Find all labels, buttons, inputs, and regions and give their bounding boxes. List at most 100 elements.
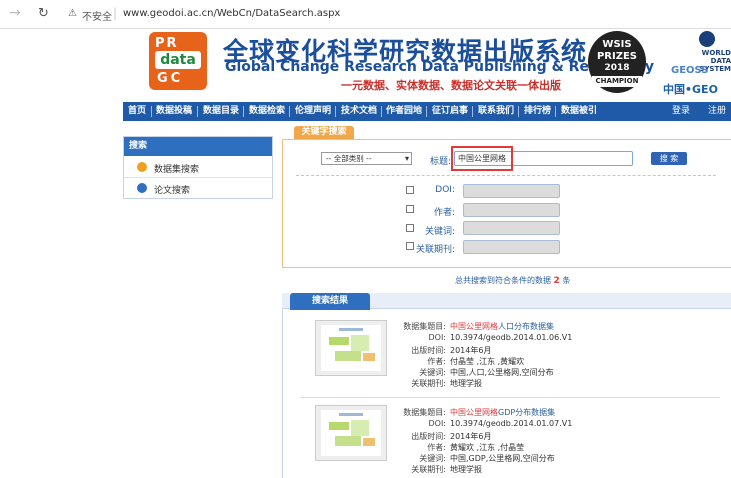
label-title: 数据集题目: xyxy=(403,408,446,417)
nav-ethics[interactable]: 伦理声明 xyxy=(295,102,331,121)
wsis-prize-badge: WSIS PRIZES 2018 CHAMPION xyxy=(588,31,646,93)
thumb-shape xyxy=(363,353,375,361)
doi-label: DOI: xyxy=(435,185,455,195)
map-thumbnail xyxy=(321,325,381,371)
wsis-prizes-text: PRIZES xyxy=(596,51,638,62)
search-button[interactable]: 搜 索 xyxy=(651,152,687,165)
thumb-shape xyxy=(335,436,361,446)
result-keywords: 中国,人口,公里格网,空间分布 xyxy=(450,368,554,377)
play-circle-icon xyxy=(137,162,147,172)
nav-divider xyxy=(197,106,198,117)
result-journal: 地理学报 xyxy=(450,379,482,388)
title-highlight: 中国公里网格 xyxy=(450,408,498,417)
url-separator: | xyxy=(113,6,118,20)
nav-authors[interactable]: 作者园地 xyxy=(386,102,422,121)
nav-home[interactable]: 首页 xyxy=(128,102,146,121)
nav-submit[interactable]: 数据投稿 xyxy=(156,102,192,121)
label-journal: 关联期刊: xyxy=(411,465,446,474)
warning-icon[interactable]: ⚠ xyxy=(68,8,77,19)
back-arrow-icon[interactable]: → xyxy=(9,5,21,21)
label-author: 作者: xyxy=(427,443,446,452)
label-date: 出版时间: xyxy=(411,432,446,441)
thumb-shape xyxy=(335,351,361,361)
address-bar[interactable]: www.geodoi.ac.cn/WebCn/DataSearch.aspx xyxy=(123,8,340,19)
result-doi: 10.3974/geodb.2014.01.06.V1 xyxy=(450,333,573,342)
map-thumbnail xyxy=(321,410,381,456)
journal-label: 关联期刊: xyxy=(415,245,455,255)
nav-ranking[interactable]: 排行榜 xyxy=(524,102,551,121)
result-count-number: 2 xyxy=(553,276,560,286)
nav-divider xyxy=(472,106,473,117)
category-select[interactable]: -- 全部类别 -- ▾ xyxy=(321,152,412,165)
dashed-divider xyxy=(296,175,716,176)
label-keywords: 关键词: xyxy=(419,368,446,377)
result-date: 2014年6月 xyxy=(450,346,492,355)
label-author: 作者: xyxy=(427,357,446,366)
nav-contact[interactable]: 联系我们 xyxy=(478,102,514,121)
sidebar-item-paper-search[interactable]: 论文搜索 xyxy=(124,178,272,199)
nav-tech-docs[interactable]: 技术文档 xyxy=(341,102,377,121)
search-sidebar: 搜索 数据集搜索 论文搜索 xyxy=(123,136,273,199)
security-label[interactable]: 不安全 xyxy=(82,8,112,23)
sidebar-item-label: 论文搜索 xyxy=(154,186,191,196)
site-slogan: 一元数据、实体数据、数据论文关联一体出版 xyxy=(341,79,561,92)
result-title-link[interactable]: 中国公里网格人口分布数据集 xyxy=(450,321,554,332)
nav-citations[interactable]: 数据被引 xyxy=(561,102,597,121)
wsis-champion-text: CHAMPION xyxy=(592,76,642,87)
title-highlight: 中国公里网格 xyxy=(450,322,498,331)
nav-divider xyxy=(335,106,336,117)
nav-divider xyxy=(381,106,382,117)
thumb-shape xyxy=(351,420,369,436)
keyword-input[interactable] xyxy=(463,221,560,235)
result-count-prefix: 总共搜索到符合条件的数据 xyxy=(455,276,551,285)
reload-icon[interactable]: ↻ xyxy=(38,6,49,21)
label-keywords: 关键词: xyxy=(419,454,446,463)
result-authors: 黄耀欢 ,江东 ,付晶莹 xyxy=(450,443,525,452)
label-doi: DOI: xyxy=(428,419,446,428)
logo-text-pr: PR xyxy=(155,36,179,51)
label-title: 数据集题目: xyxy=(403,322,446,331)
nav-divider xyxy=(243,106,244,117)
sidebar-title: 搜索 xyxy=(124,137,272,156)
nav-divider xyxy=(289,106,290,117)
label-journal: 关联期刊: xyxy=(411,379,446,388)
prdatagc-logo[interactable]: PR data GC xyxy=(149,32,207,90)
nav-divider xyxy=(151,106,152,117)
result-count: 总共搜索到符合条件的数据 2 条 xyxy=(455,275,570,286)
result-doi: 10.3974/geodb.2014.01.07.V1 xyxy=(450,419,573,428)
play-circle-icon xyxy=(137,183,147,193)
nav-catalog[interactable]: 数据目录 xyxy=(203,102,239,121)
result-thumbnail[interactable] xyxy=(315,320,387,376)
highlight-annotation xyxy=(451,146,513,171)
result-title-link[interactable]: 中国公里网格GDP分布数据集 xyxy=(450,407,555,418)
result-divider xyxy=(300,397,720,398)
login-link[interactable]: 登录 xyxy=(672,102,690,121)
browser-toolbar: → ↻ ⚠ 不安全 | www.geodoi.ac.cn/WebCn/DataS… xyxy=(0,0,731,29)
thumb-shape xyxy=(363,438,375,446)
register-link[interactable]: 注册 xyxy=(708,102,726,121)
logo-text-gc: GC xyxy=(157,71,184,86)
keyword-search-tab[interactable]: 关键字搜索 xyxy=(294,126,354,139)
journal-input[interactable] xyxy=(463,240,560,254)
sidebar-item-dataset-search[interactable]: 数据集搜索 xyxy=(124,157,272,178)
result-authors: 付晶莹 ,江东 ,黄耀欢 xyxy=(450,357,525,366)
results-tab[interactable]: 搜索结果 xyxy=(290,293,370,310)
doi-input[interactable] xyxy=(463,184,560,198)
nav-search[interactable]: 数据检索 xyxy=(249,102,285,121)
globe-icon xyxy=(699,31,715,47)
result-date: 2014年6月 xyxy=(450,432,492,441)
title-rest: GDP分布数据集 xyxy=(498,408,556,417)
main-nav: 首页 数据投稿 数据目录 数据检索 伦理声明 技术文档 作者园地 征订启事 联系… xyxy=(123,102,731,121)
thumb-shape xyxy=(329,337,349,345)
label-doi: DOI: xyxy=(428,333,446,342)
title-label: 标题: xyxy=(430,157,452,167)
result-thumbnail[interactable] xyxy=(315,405,387,461)
nav-divider xyxy=(555,106,556,117)
result-journal: 地理学报 xyxy=(450,465,482,474)
nav-divider xyxy=(518,106,519,117)
label-date: 出版时间: xyxy=(411,346,446,355)
author-input[interactable] xyxy=(463,203,560,217)
nav-subscribe[interactable]: 征订启事 xyxy=(432,102,468,121)
title-rest: 人口分布数据集 xyxy=(498,322,554,331)
category-select-value: -- 全部类别 -- xyxy=(326,154,372,163)
